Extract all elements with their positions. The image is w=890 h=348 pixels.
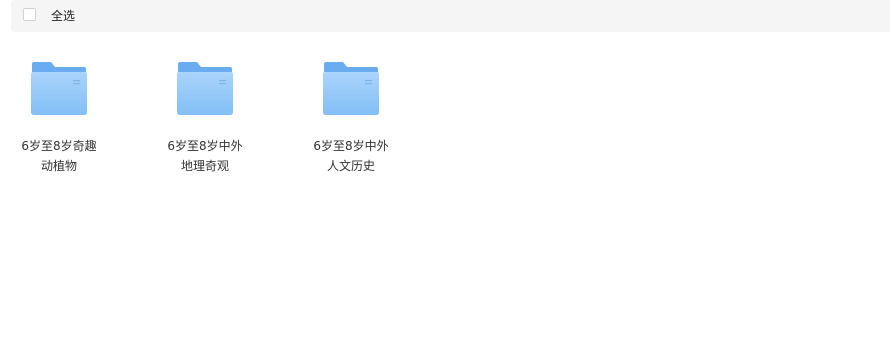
folder-name[interactable]: 6岁至8岁中外 人文历史 [296,136,406,176]
folder-item[interactable]: 6岁至8岁中外 人文历史 [296,58,406,176]
folder-name-line1: 6岁至8岁中外 [167,139,243,153]
folder-name-line1: 6岁至8岁中外 [313,139,389,153]
folder-name-line2: 动植物 [40,159,77,173]
folder-name-line2: 人文历史 [326,159,375,173]
folder-icon[interactable] [175,58,235,118]
folder-name-line2: 地理奇观 [180,159,229,173]
select-all-checkbox[interactable] [23,8,36,21]
folder-item[interactable]: 6岁至8岁中外 地理奇观 [150,58,260,176]
folder-item[interactable]: 6岁至8岁奇趣 动植物 [4,58,114,176]
folder-icon[interactable] [29,58,89,118]
folder-name[interactable]: 6岁至8岁中外 地理奇观 [150,136,260,176]
folder-name-line1: 6岁至8岁奇趣 [21,139,97,153]
folder-name[interactable]: 6岁至8岁奇趣 动植物 [4,136,114,176]
folder-icon[interactable] [321,58,381,118]
selection-toolbar: 全选 [11,0,890,32]
select-all-label[interactable]: 全选 [51,9,75,23]
